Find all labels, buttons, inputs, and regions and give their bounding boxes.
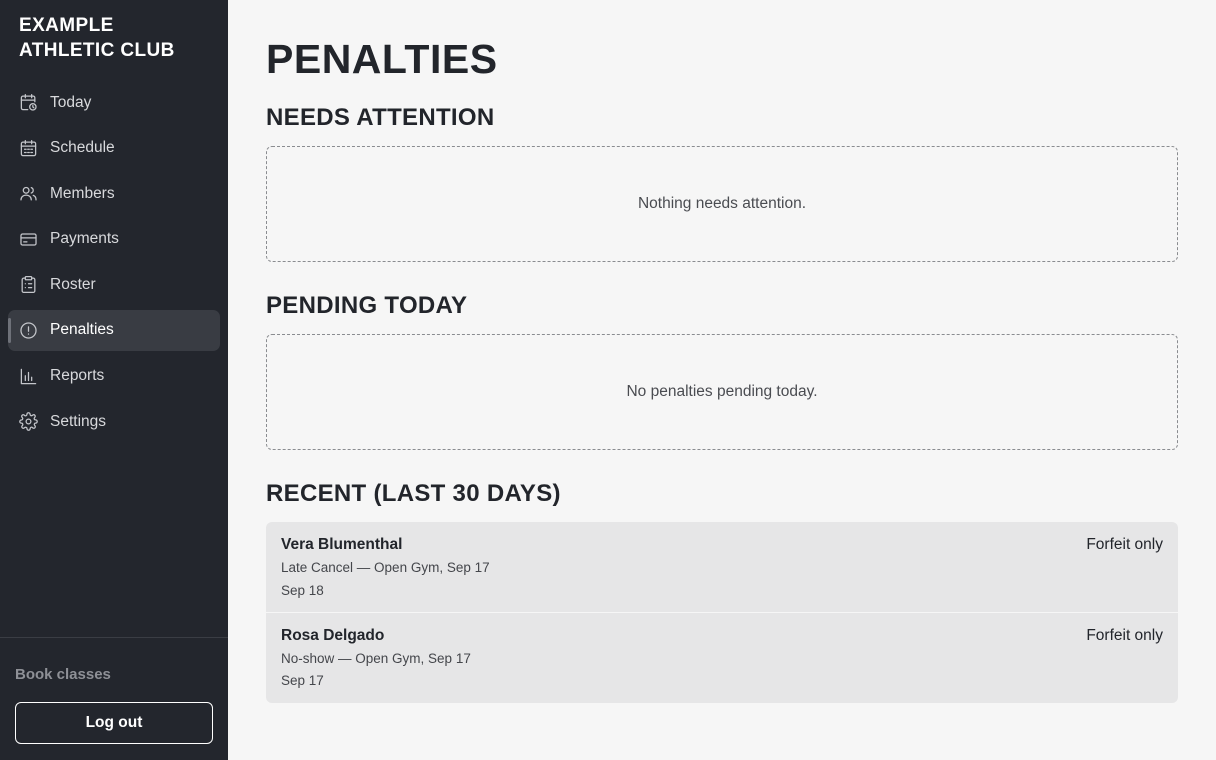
credit-card-icon	[20, 233, 37, 246]
sidebar-item-label: Today	[50, 93, 92, 111]
needs-attention-empty-state: Nothing needs attention.	[266, 146, 1178, 262]
list-item[interactable]: Rosa Delgado No-show — Open Gym, Sep 17 …	[266, 612, 1178, 703]
main-content: PENALTIES NEEDS ATTENTION Nothing needs …	[228, 0, 1216, 760]
sidebar-item-label: Roster	[50, 275, 96, 293]
sidebar-item-reports[interactable]: Reports	[8, 356, 220, 397]
gear-icon	[19, 412, 38, 431]
sidebar-item-label: Reports	[50, 367, 105, 385]
recent-penalties-list: Vera Blumenthal Late Cancel — Open Gym, …	[266, 522, 1178, 703]
sidebar-item-label: Payments	[50, 230, 119, 248]
pending-today-heading: PENDING TODAY	[266, 292, 468, 319]
logout-button[interactable]: Log out	[15, 702, 213, 744]
member-name: Rosa Delgado	[281, 626, 385, 644]
penalty-detail: No-show — Open Gym, Sep 17	[281, 650, 471, 666]
bar-chart-icon	[20, 368, 37, 384]
sidebar-item-label: Schedule	[50, 139, 115, 157]
sidebar-footer: Book classes Log out	[0, 637, 228, 760]
book-classes-link[interactable]: Book classes	[15, 666, 213, 683]
penalty-outcome: Forfeit only	[1086, 536, 1163, 553]
pending-today-empty-state: No penalties pending today.	[266, 334, 1178, 450]
sidebar-item-members[interactable]: Members	[8, 173, 220, 214]
penalty-date: Sep 17	[281, 673, 324, 688]
pending-today-empty-text: No penalties pending today.	[626, 383, 818, 400]
sidebar-nav: Today Schedule Members Payments Roster P…	[0, 82, 228, 447]
sidebar-item-label: Settings	[50, 412, 107, 430]
member-name: Vera Blumenthal	[281, 536, 403, 553]
club-name: EXAMPLE ATHLETIC CLUB	[19, 15, 175, 61]
penalty-outcome: Forfeit only	[1086, 626, 1163, 644]
sidebar-item-today[interactable]: Today	[8, 82, 220, 123]
calendar-icon	[20, 139, 37, 156]
sidebar-item-label: Members	[50, 184, 115, 202]
list-item[interactable]: Vera Blumenthal Late Cancel — Open Gym, …	[266, 522, 1178, 613]
calendar-clock-icon	[20, 93, 37, 111]
sidebar-item-label: Penalties	[50, 321, 114, 339]
sidebar-item-schedule[interactable]: Schedule	[8, 128, 220, 169]
users-icon	[20, 187, 37, 201]
penalty-date: Sep 18	[281, 582, 324, 598]
sidebar-item-penalties[interactable]: Penalties	[8, 309, 220, 351]
clipboard-list-icon	[21, 276, 36, 294]
sidebar: EXAMPLE ATHLETIC CLUB Today Schedule Mem…	[0, 0, 228, 760]
sidebar-item-roster[interactable]: Roster	[8, 264, 220, 305]
alert-circle-icon	[20, 322, 37, 339]
needs-attention-empty-text: Nothing needs attention.	[637, 195, 807, 212]
page-title: PENALTIES	[266, 36, 498, 82]
sidebar-item-payments[interactable]: Payments	[8, 219, 220, 260]
sidebar-item-settings[interactable]: Settings	[8, 401, 220, 442]
penalty-detail: Late Cancel — Open Gym, Sep 17	[281, 560, 490, 575]
needs-attention-heading: NEEDS ATTENTION	[266, 104, 495, 131]
recent-heading: RECENT (LAST 30 DAYS)	[266, 480, 561, 507]
